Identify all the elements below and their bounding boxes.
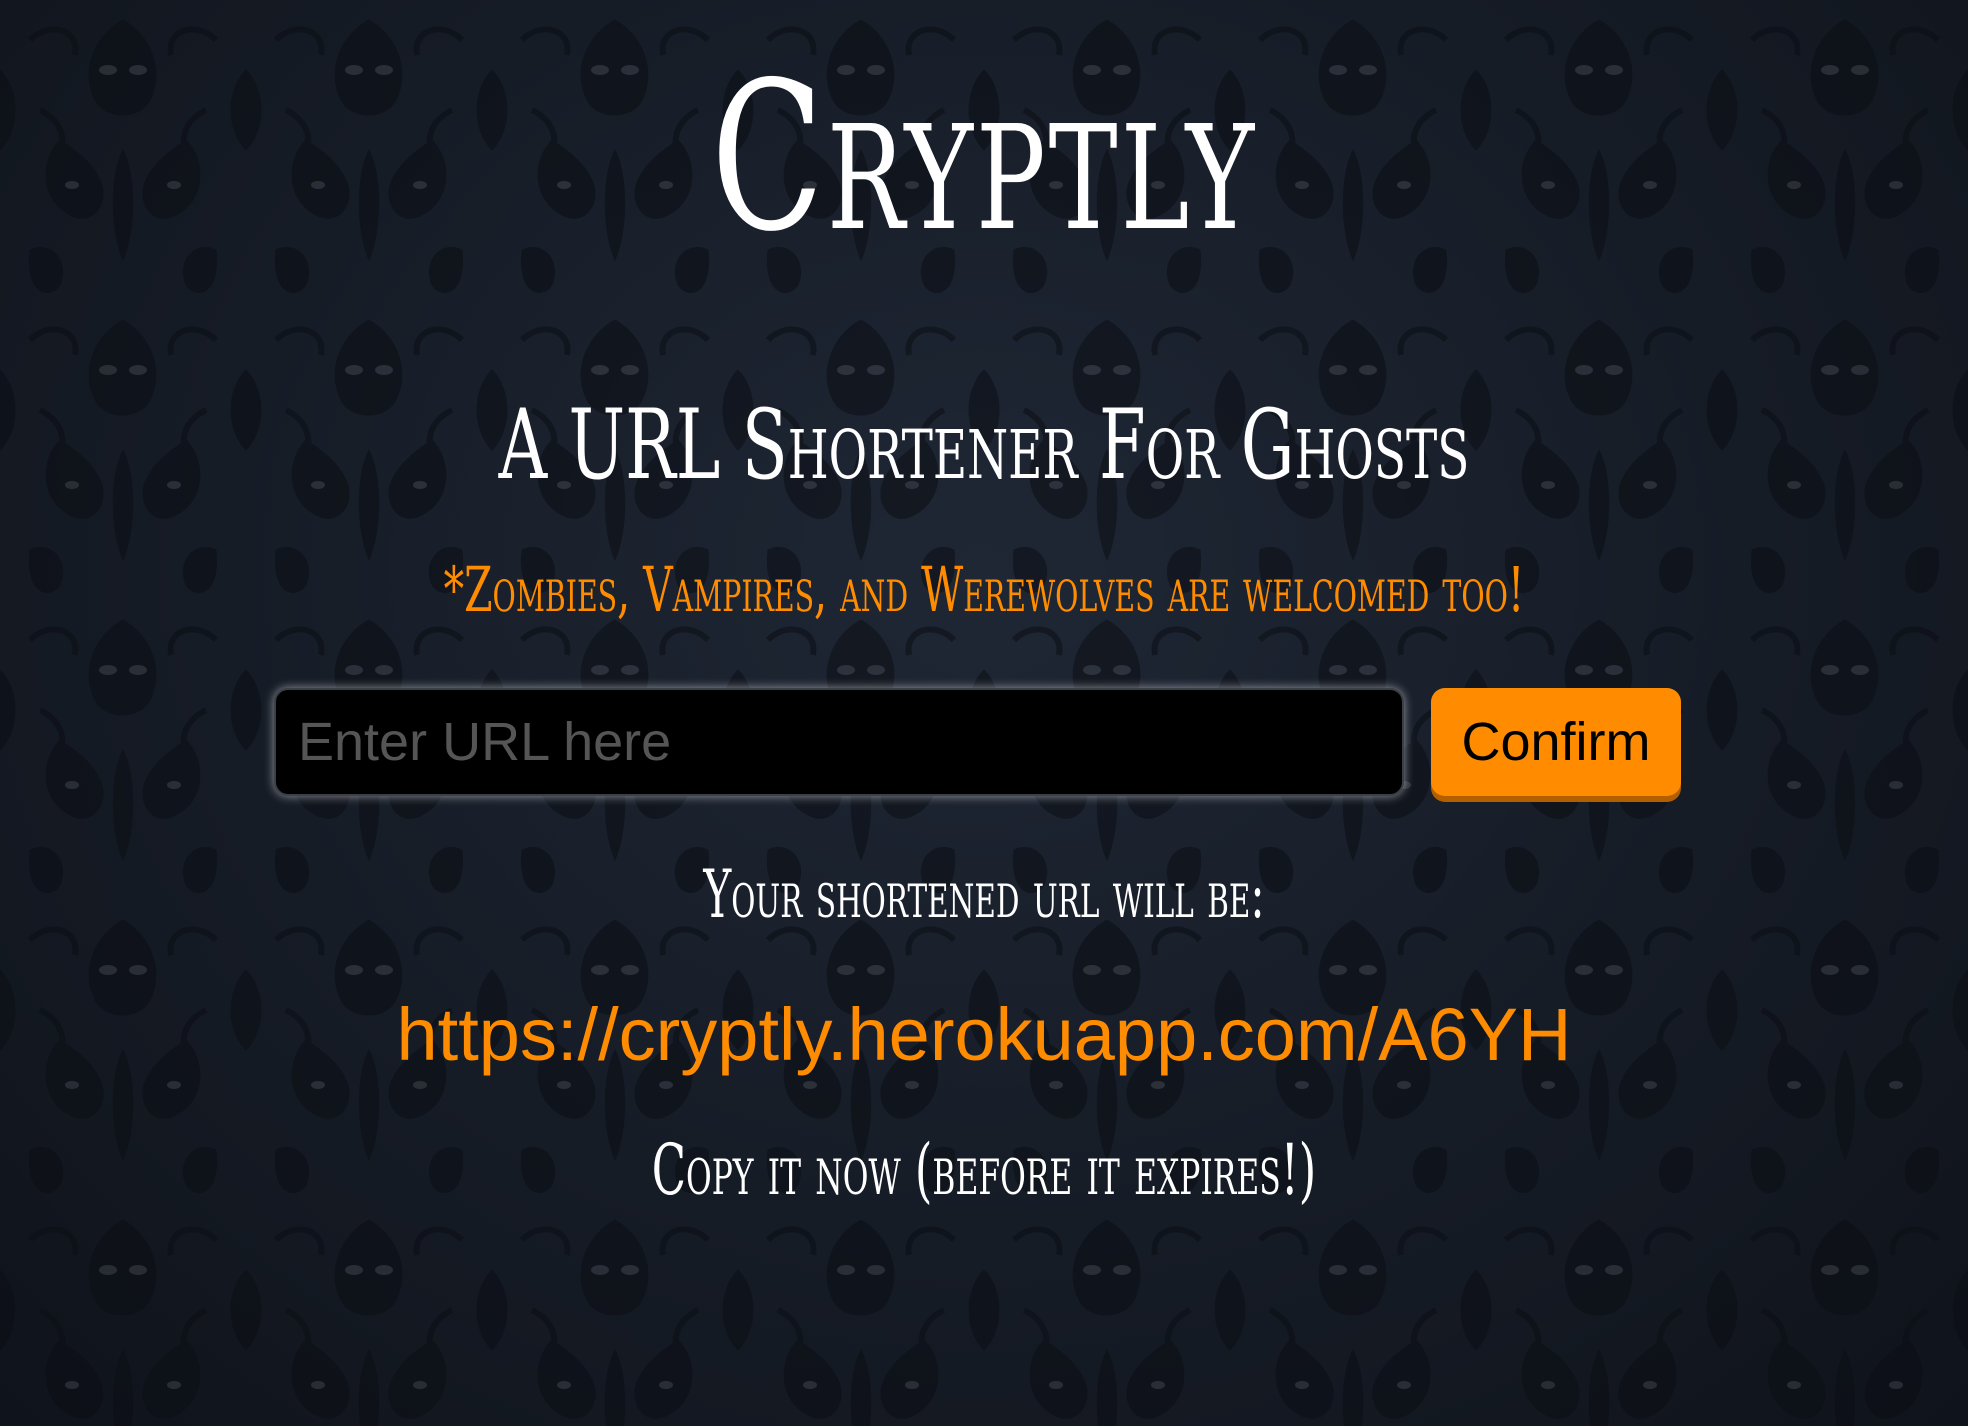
page-title: Cryptly bbox=[710, 39, 1257, 277]
shortened-url-link[interactable]: https://cryptly.herokuapp.com/A6YH bbox=[0, 985, 1968, 1085]
result-label: Your shortened url will be: bbox=[703, 856, 1265, 933]
confirm-button[interactable]: Confirm bbox=[1431, 688, 1681, 796]
page: Cryptly A URL Shortener For Ghosts *Zomb… bbox=[0, 0, 1968, 1426]
main-content: Cryptly A URL Shortener For Ghosts *Zomb… bbox=[0, 0, 1968, 1426]
tagline: *Zombies, Vampires, and Werewolves are w… bbox=[443, 553, 1525, 626]
url-input[interactable] bbox=[274, 688, 1404, 796]
copy-note: Copy it now (before it expires!) bbox=[651, 1129, 1317, 1211]
page-subtitle: A URL Shortener For Ghosts bbox=[498, 389, 1470, 501]
